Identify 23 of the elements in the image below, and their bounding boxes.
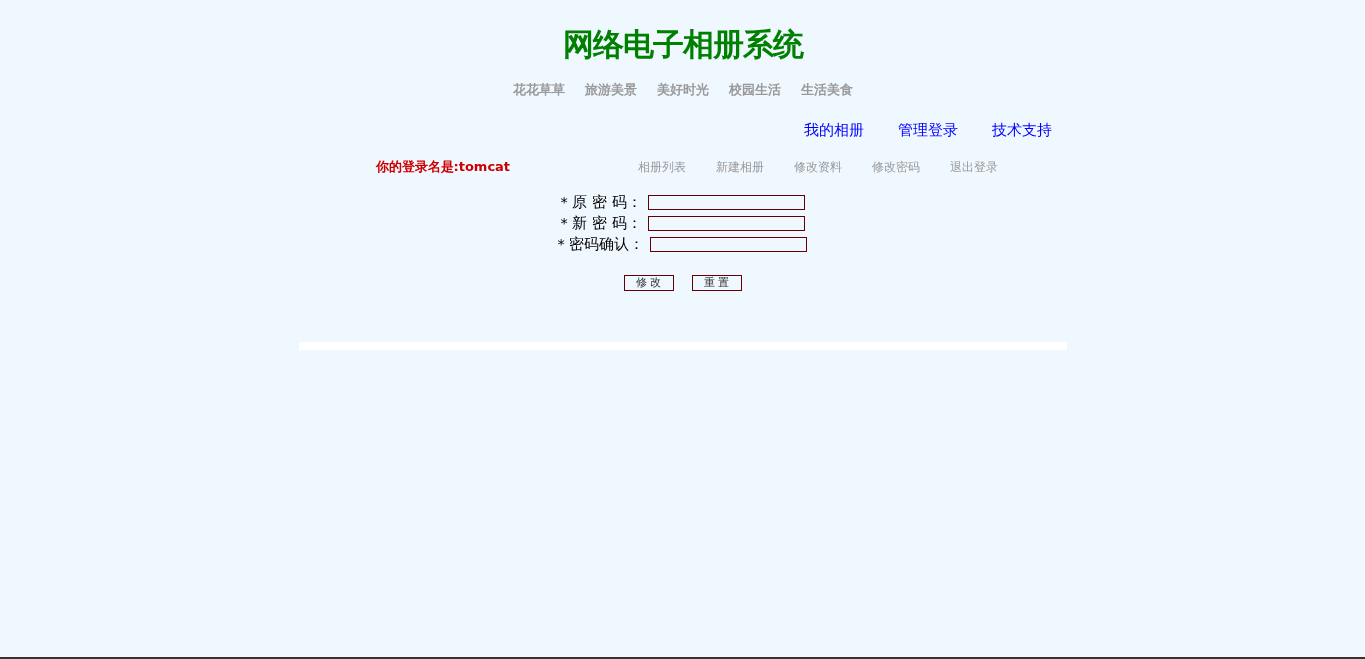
- login-name-text: 你的登录名是:tomcat: [375, 158, 512, 176]
- field-label: * 密码确认：: [557, 235, 645, 254]
- top-nav-link[interactable]: 技术支持: [991, 121, 1052, 140]
- user-menu-link[interactable]: 修改密码: [871, 159, 920, 175]
- category-link[interactable]: 校园生活: [728, 82, 781, 99]
- user-menu-link[interactable]: 修改资料: [793, 159, 842, 175]
- category-link[interactable]: 生活美食: [800, 82, 853, 99]
- field-label: * 新 密 码：: [560, 214, 642, 233]
- form-button[interactable]: 重 置: [691, 275, 742, 291]
- password-field[interactable]: [647, 195, 805, 210]
- user-menu-link[interactable]: 退出登录: [949, 159, 998, 175]
- category-link[interactable]: 花花草草: [512, 82, 565, 99]
- user-menu-link[interactable]: 新建相册: [715, 159, 764, 175]
- category-link[interactable]: 旅游美景: [584, 82, 637, 99]
- top-nav-link[interactable]: 管理登录: [897, 121, 958, 140]
- password-field[interactable]: [650, 237, 808, 252]
- form-button[interactable]: 修 改: [623, 275, 674, 291]
- category-link[interactable]: 美好时光: [656, 82, 709, 99]
- password-field[interactable]: [647, 216, 805, 231]
- top-nav-link[interactable]: 我的相册: [803, 121, 864, 140]
- field-label: * 原 密 码：: [560, 193, 642, 212]
- user-menu-link[interactable]: 相册列表: [637, 159, 686, 175]
- site-title: 网络电子相册系统: [561, 25, 804, 64]
